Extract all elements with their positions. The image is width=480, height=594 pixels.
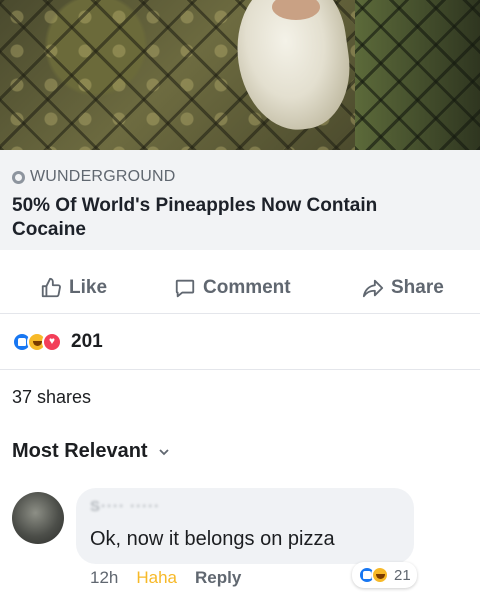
reaction-count: 201 (71, 330, 103, 352)
thumbs-up-icon (41, 277, 61, 298)
commenter-avatar[interactable] (12, 492, 64, 544)
comment-meta-row: 12h Haha Reply (90, 568, 241, 588)
link-preview-image[interactable] (0, 0, 480, 150)
like-button[interactable]: Like (40, 277, 107, 299)
comment-reactions-badge[interactable]: 21 (352, 562, 417, 588)
share-button[interactable]: Share (362, 277, 444, 299)
link-preview-caption[interactable]: WUNDERGROUND 50% Of World's Pineapples N… (0, 150, 480, 250)
like-label: Like (69, 277, 108, 298)
comment-timestamp[interactable]: 12h (90, 568, 118, 588)
source-circle-icon (12, 170, 25, 184)
reactions-summary[interactable]: 201 (0, 314, 480, 370)
comment-button[interactable]: Comment (174, 277, 291, 299)
love-reaction-icon (42, 331, 62, 352)
shares-count[interactable]: 37 shares (0, 370, 480, 424)
comment-reaction-button[interactable]: Haha (136, 568, 177, 588)
haha-reaction-icon (371, 566, 389, 584)
link-source-row: WUNDERGROUND (12, 166, 468, 188)
link-headline[interactable]: 50% Of World's Pineapples Now Contain Co… (12, 194, 452, 242)
comment-sort-dropdown[interactable]: Most Relevant (12, 440, 170, 463)
link-source: WUNDERGROUND (30, 168, 176, 185)
comment-text: Ok, now it belongs on pizza (90, 528, 335, 550)
share-arrow-icon (362, 279, 384, 298)
comment-reply-button[interactable]: Reply (195, 568, 241, 588)
pineapple-skin-right (355, 0, 480, 150)
share-label: Share (391, 277, 444, 298)
speech-bubble-icon (175, 279, 195, 298)
sort-label: Most Relevant (12, 440, 148, 462)
post-action-bar: Like Comment Share (0, 262, 480, 314)
commenter-name[interactable]: S···· ····· (90, 498, 400, 520)
chevron-down-icon (158, 448, 169, 455)
comment-bubble: S···· ····· Ok, now it belongs on pizza (76, 488, 414, 564)
comment-label: Comment (203, 277, 291, 298)
comment-reaction-count: 21 (394, 566, 411, 584)
reaction-icons (12, 331, 62, 352)
